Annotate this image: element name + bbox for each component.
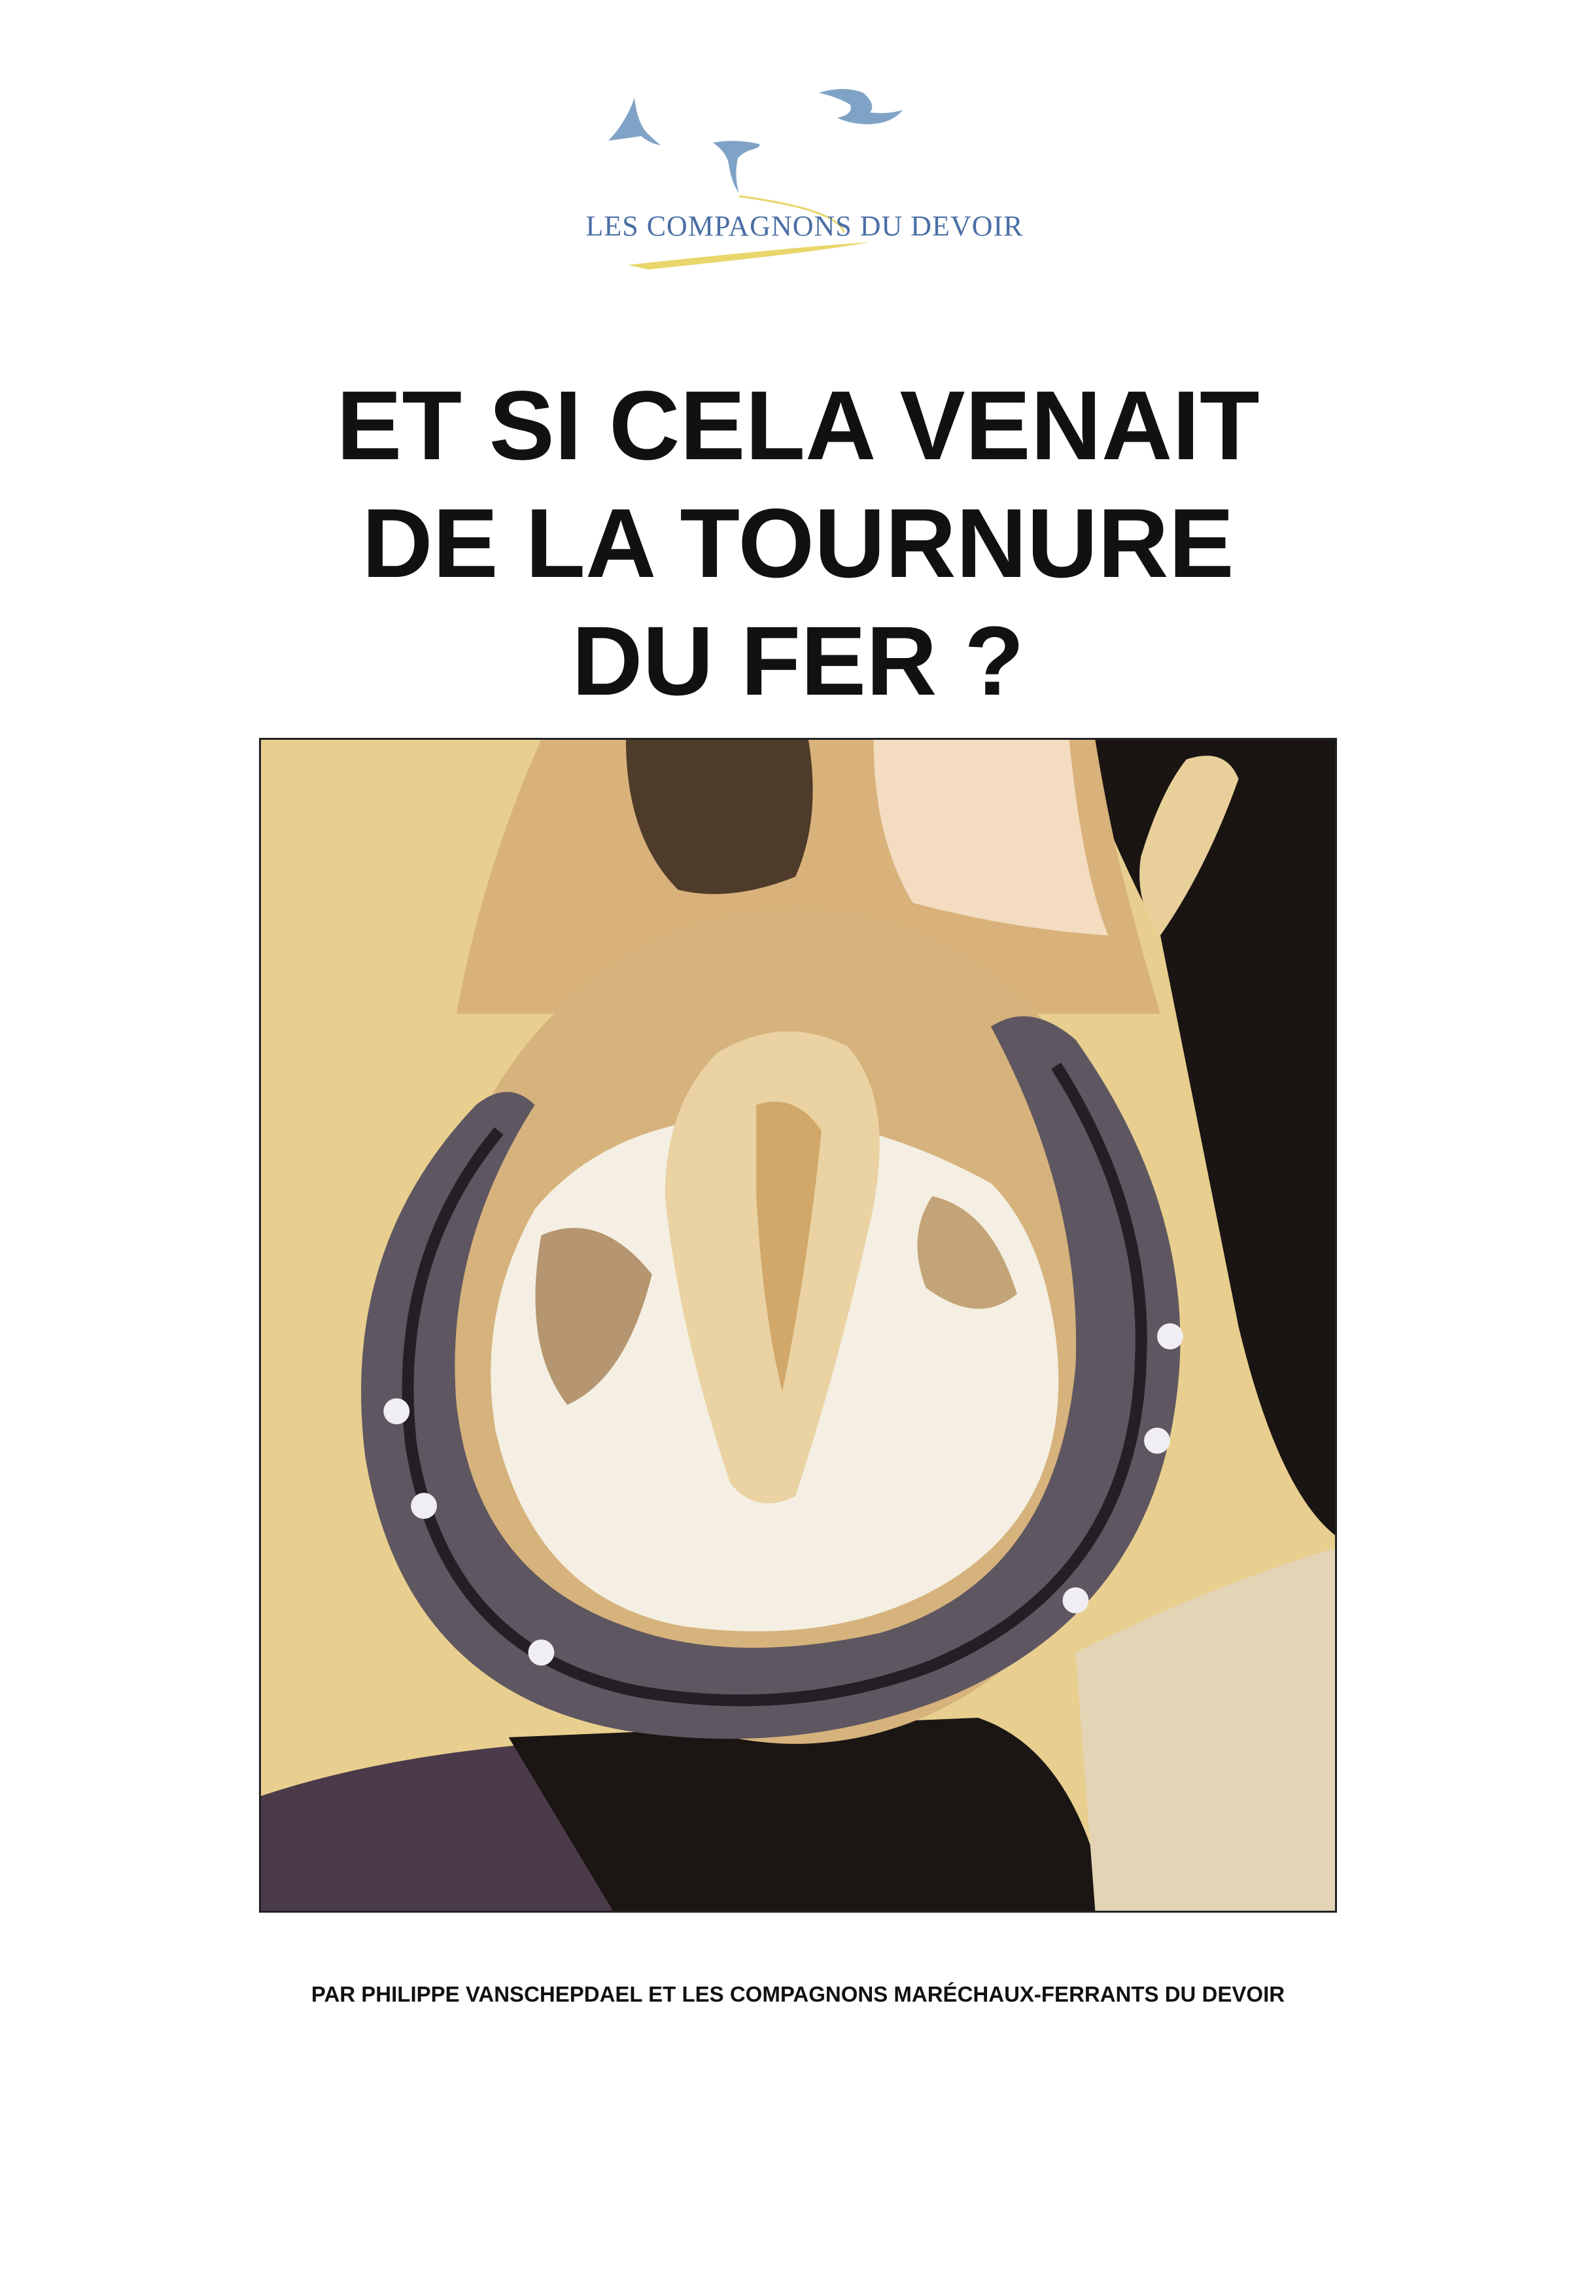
logo-text: LES COMPAGNONS DU DEVOIR xyxy=(585,210,1024,242)
cover-painting xyxy=(259,738,1337,1913)
title-line-2: DE LA TOURNURE xyxy=(362,488,1234,598)
birds-logo-icon xyxy=(608,89,903,270)
document-title: ET SI CELA VENAIT DE LA TOURNURE DU FER … xyxy=(196,366,1400,720)
title-line-3: DU FER ? xyxy=(572,606,1024,716)
horseshoe-hoof-icon xyxy=(261,740,1335,1911)
organization-logo: LES COMPAGNONS DU DEVOIR xyxy=(563,78,1047,288)
author-byline: PAR PHILIPPE VANSCHEPDAEL ET LES COMPAGN… xyxy=(311,1982,1285,2006)
title-line-1: ET SI CELA VENAIT xyxy=(336,370,1260,480)
